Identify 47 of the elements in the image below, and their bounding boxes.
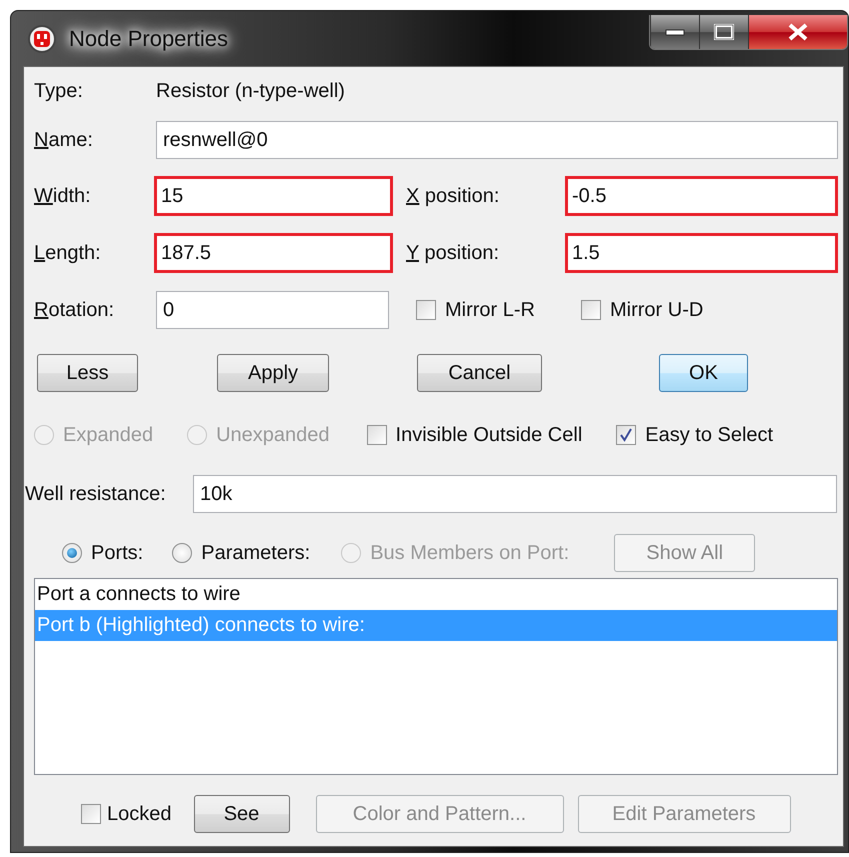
option-label: Invisible Outside Cell bbox=[396, 424, 582, 446]
field-label: Well resistance: bbox=[25, 482, 167, 506]
radio-label: Bus Members on Port: bbox=[370, 542, 570, 564]
checkbox[interactable] bbox=[366, 425, 387, 445]
field-label: Width: bbox=[34, 184, 92, 208]
checkbox[interactable] bbox=[81, 804, 101, 824]
dialog-button[interactable]: Less bbox=[37, 354, 138, 392]
list-item[interactable]: Port a connects to wire bbox=[35, 579, 837, 610]
text-field[interactable]: 187.5 bbox=[154, 233, 393, 273]
field-label: Length: bbox=[34, 242, 102, 264]
text-field[interactable]: 1.5 bbox=[565, 233, 838, 273]
text-field[interactable]: 15 bbox=[154, 176, 393, 216]
outlet-icon bbox=[27, 24, 57, 54]
close-button[interactable] bbox=[748, 15, 847, 49]
checkbox-label: Mirror U-D bbox=[610, 298, 704, 322]
dialog-button[interactable]: Cancel bbox=[417, 354, 542, 392]
maximize-button[interactable] bbox=[699, 15, 748, 49]
type-value: Resistor (n-type-well) bbox=[156, 80, 345, 102]
option-label: Easy to Select bbox=[645, 424, 774, 446]
maximize-icon bbox=[714, 24, 734, 40]
radio-button[interactable] bbox=[172, 543, 192, 563]
text-field[interactable]: 10k bbox=[193, 475, 837, 513]
checkbox-label: Mirror L-R bbox=[445, 298, 535, 322]
close-icon bbox=[787, 22, 809, 42]
field-label: Type: bbox=[34, 80, 84, 102]
option-label: Unexpanded bbox=[216, 424, 330, 446]
minimize-button[interactable] bbox=[650, 15, 699, 49]
window-title: Node Properties bbox=[69, 26, 228, 52]
dialog-button[interactable]: See bbox=[194, 795, 290, 833]
checkbox[interactable] bbox=[416, 300, 436, 320]
checkbox[interactable] bbox=[581, 300, 601, 320]
minimize-icon bbox=[665, 28, 685, 36]
text-field[interactable]: resnwell@0 bbox=[156, 121, 838, 159]
dialog-button[interactable]: Apply bbox=[217, 354, 329, 392]
field-label: Y position: bbox=[406, 242, 500, 264]
field-label: X position: bbox=[406, 184, 500, 208]
checkbox-label: Locked bbox=[107, 802, 172, 826]
radio-button[interactable] bbox=[62, 543, 82, 563]
radio-label: Parameters: bbox=[201, 542, 310, 564]
text-field[interactable]: 0 bbox=[156, 291, 389, 329]
radio-label: Ports: bbox=[91, 542, 144, 564]
checkbox[interactable] bbox=[616, 425, 636, 445]
option-label: Expanded bbox=[63, 424, 154, 446]
text-field[interactable]: -0.5 bbox=[565, 176, 838, 216]
field-label: Rotation: bbox=[34, 298, 116, 322]
dialog-button[interactable]: OK bbox=[659, 354, 748, 392]
field-label: Name: bbox=[34, 128, 94, 152]
